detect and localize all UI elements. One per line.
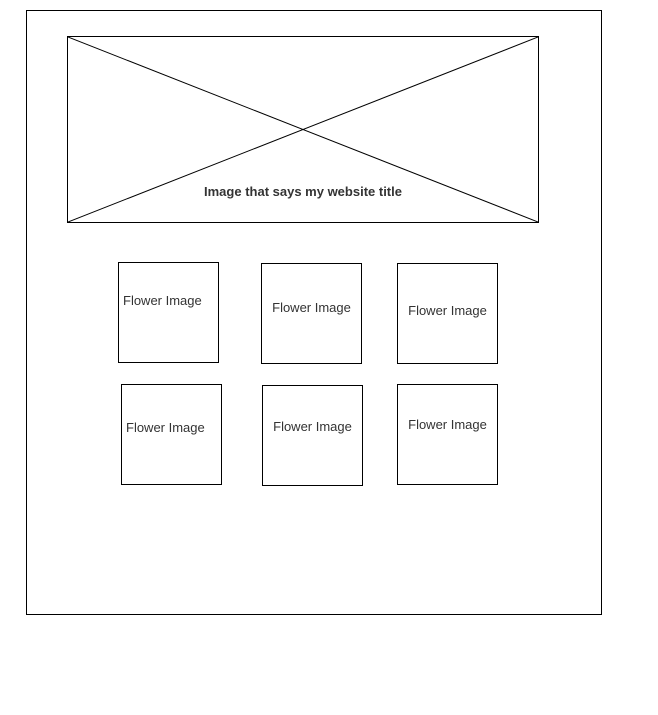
flower-image-label: Flower Image bbox=[123, 293, 202, 308]
flower-image-label: Flower Image bbox=[273, 419, 352, 434]
flower-image-placeholder-3: Flower Image bbox=[397, 263, 498, 364]
placeholder-cross-icon bbox=[68, 37, 538, 222]
flower-image-label: Flower Image bbox=[408, 303, 487, 318]
flower-image-label: Flower Image bbox=[272, 300, 351, 315]
flower-image-placeholder-1: Flower Image bbox=[118, 262, 219, 363]
flower-image-placeholder-2: Flower Image bbox=[261, 263, 362, 364]
flower-image-label: Flower Image bbox=[408, 417, 487, 432]
flower-image-placeholder-6: Flower Image bbox=[397, 384, 498, 485]
title-banner-image-placeholder: Image that says my website title bbox=[67, 36, 539, 223]
flower-image-placeholder-5: Flower Image bbox=[262, 385, 363, 486]
flower-image-placeholder-4: Flower Image bbox=[121, 384, 222, 485]
flower-image-label: Flower Image bbox=[126, 420, 205, 435]
